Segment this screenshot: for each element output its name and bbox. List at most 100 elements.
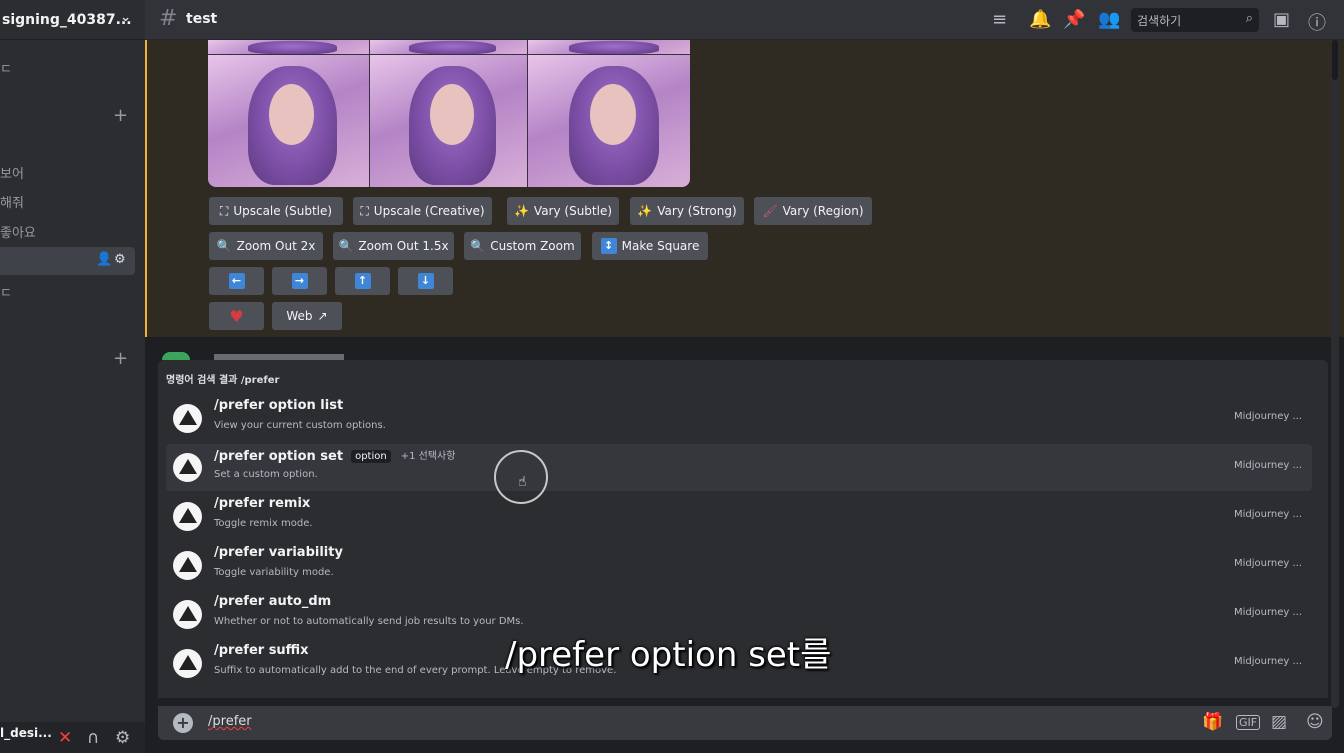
- command-option[interactable]: /prefer option list View your current cu…: [166, 395, 1312, 442]
- gif-icon[interactable]: GIF: [1236, 715, 1261, 730]
- command-description: Whether or not to automatically send job…: [214, 616, 524, 627]
- brush-icon: 🖌: [762, 204, 778, 218]
- command-name: /prefer option list: [214, 398, 344, 413]
- arrow-down-icon: ↓: [417, 273, 434, 289]
- inbox-icon[interactable]: ▣: [1273, 9, 1290, 30]
- sparkle-icon: ✨: [513, 204, 529, 218]
- channel-sidebar: signing_40387... ⌄ ㄷ + 보어 해줘 좋아요 👤 ⚙ ㄷ +…: [0, 0, 145, 753]
- username: l_desi...: [0, 726, 52, 740]
- image-cell[interactable]: [208, 55, 369, 187]
- headphones-icon[interactable]: ∩: [87, 728, 99, 748]
- threads-icon[interactable]: ≡: [992, 9, 1007, 30]
- pan-right-button[interactable]: →: [272, 267, 327, 295]
- image-cell[interactable]: [208, 40, 369, 54]
- custom-zoom-button[interactable]: 🔍 Custom Zoom: [464, 232, 581, 260]
- command-option[interactable]: /prefer option set option +1 선택사항 Set a cu…: [166, 444, 1312, 491]
- vary-strong-button[interactable]: ✨ Vary (Strong): [630, 197, 744, 225]
- hashtag-icon: #: [159, 6, 178, 31]
- command-description: View your current custom options.: [214, 420, 386, 431]
- attach-plus-icon[interactable]: +: [173, 713, 193, 733]
- heart-icon: ♥: [229, 306, 244, 326]
- vertical-arrows-icon: ↕: [600, 238, 617, 254]
- image-cell[interactable]: [370, 55, 527, 187]
- optional-count: +1 선택사항: [400, 451, 456, 462]
- members-icon[interactable]: 👥: [1098, 9, 1120, 30]
- zoom-out-1-5x-button[interactable]: 🔍 Zoom Out 1.5x: [333, 232, 454, 260]
- avatar: [162, 352, 190, 360]
- scrollbar[interactable]: [1331, 40, 1339, 708]
- command-source: Midjourney ...: [1233, 558, 1302, 569]
- command-source: Midjourney ...: [1233, 411, 1302, 422]
- command-source: Midjourney ...: [1233, 607, 1302, 618]
- command-description: Toggle variability mode.: [214, 567, 334, 578]
- upscale-subtle-button[interactable]: ⛶ Upscale (Subtle): [209, 197, 343, 225]
- external-link-icon: ↗: [317, 309, 328, 323]
- search-placeholder: 검색하기: [1137, 14, 1182, 28]
- command-name-row: /prefer option set option +1 선택사항: [214, 447, 455, 464]
- arrow-left-icon: ←: [228, 273, 245, 289]
- server-header[interactable]: signing_40387... ⌄: [0, 0, 145, 40]
- pin-icon[interactable]: 📌: [1063, 9, 1085, 30]
- midjourney-avatar: [173, 600, 202, 629]
- search-icon: ⌕: [1245, 11, 1253, 26]
- zoom-out-2x-button[interactable]: 🔍 Zoom Out 2x: [209, 232, 323, 260]
- image-cell[interactable]: [528, 55, 690, 187]
- command-name: /prefer option set: [214, 449, 344, 464]
- make-square-button[interactable]: ↕ Make Square: [592, 232, 708, 260]
- gear-icon[interactable]: ⚙: [114, 252, 126, 267]
- sticker-icon[interactable]: ▨: [1271, 712, 1287, 732]
- settings-gear-icon[interactable]: ⚙: [115, 728, 130, 748]
- sidebar-item[interactable]: ㄷ: [0, 282, 12, 301]
- sidebar-item[interactable]: ㄷ: [0, 58, 12, 77]
- click-indicator: ☝: [494, 450, 548, 504]
- command-source: Midjourney ...: [1233, 460, 1302, 471]
- vary-subtle-button[interactable]: ✨ Vary (Subtle): [507, 197, 619, 225]
- midjourney-avatar: [173, 551, 202, 580]
- invite-icon[interactable]: 👤: [96, 252, 112, 267]
- video-subtitle: /prefer option set를: [505, 635, 832, 675]
- search-input[interactable]: 검색하기 ⌕: [1131, 8, 1259, 32]
- command-source: Midjourney ...: [1233, 509, 1302, 520]
- sidebar-item[interactable]: 좋아요: [0, 222, 36, 241]
- arrow-right-icon: →: [291, 273, 308, 289]
- midjourney-avatar: [173, 649, 202, 678]
- vary-region-button[interactable]: 🖌 Vary (Region): [754, 197, 872, 225]
- pointer-hand-icon: ☝: [518, 474, 527, 490]
- image-grid[interactable]: [208, 40, 690, 187]
- image-cell[interactable]: [528, 40, 690, 54]
- command-option[interactable]: /prefer remix Toggle remix mode. Midjour…: [166, 493, 1312, 540]
- channel-name: test: [186, 11, 218, 27]
- mic-muted-icon[interactable]: ✕: [58, 728, 72, 748]
- chevron-down-icon: ⌄: [120, 10, 131, 25]
- gift-icon[interactable]: 🎁: [1202, 712, 1223, 732]
- bell-icon[interactable]: 🔔: [1029, 9, 1051, 30]
- pan-left-button[interactable]: ←: [209, 267, 264, 295]
- pan-down-button[interactable]: ↓: [398, 267, 453, 295]
- upscale-creative-button[interactable]: ⛶ Upscale (Creative): [353, 197, 492, 225]
- add-channel-icon[interactable]: +: [113, 105, 128, 126]
- magnifier-icon: 🔍: [216, 239, 232, 253]
- sidebar-item[interactable]: 보어: [0, 163, 24, 182]
- option-tag: option: [351, 450, 391, 463]
- image-cell[interactable]: [370, 40, 527, 54]
- help-icon[interactable]: ⓘ: [1308, 9, 1326, 35]
- midjourney-avatar: [173, 404, 202, 433]
- expand-icon: ⛶: [219, 203, 229, 218]
- command-name: /prefer suffix: [214, 643, 309, 658]
- user-panel: l_desi... ✕ ∩ ⚙: [0, 722, 145, 753]
- message-input[interactable]: /prefer: [208, 714, 252, 729]
- sidebar-item-active[interactable]: 👤 ⚙: [0, 247, 135, 275]
- pan-up-button[interactable]: ↑: [335, 267, 390, 295]
- emoji-icon[interactable]: ☺: [1306, 712, 1324, 732]
- command-name: /prefer auto_dm: [214, 594, 332, 609]
- add-channel-icon[interactable]: +: [113, 348, 128, 369]
- web-link-button[interactable]: Web ↗: [272, 302, 342, 330]
- command-option[interactable]: /prefer variability Toggle variability m…: [166, 542, 1312, 589]
- sidebar-item[interactable]: 해줘: [0, 192, 24, 211]
- arrow-up-icon: ↑: [354, 273, 371, 289]
- channel-header: # test ≡ 🔔 📌 👥 검색하기 ⌕ ▣ ⓘ: [145, 0, 1344, 40]
- midjourney-avatar: [173, 453, 202, 482]
- message-composer: + /prefer 🎁 GIF ▨ ☺: [158, 706, 1332, 740]
- favorite-button[interactable]: ♥: [209, 302, 264, 330]
- command-name: /prefer remix: [214, 496, 311, 511]
